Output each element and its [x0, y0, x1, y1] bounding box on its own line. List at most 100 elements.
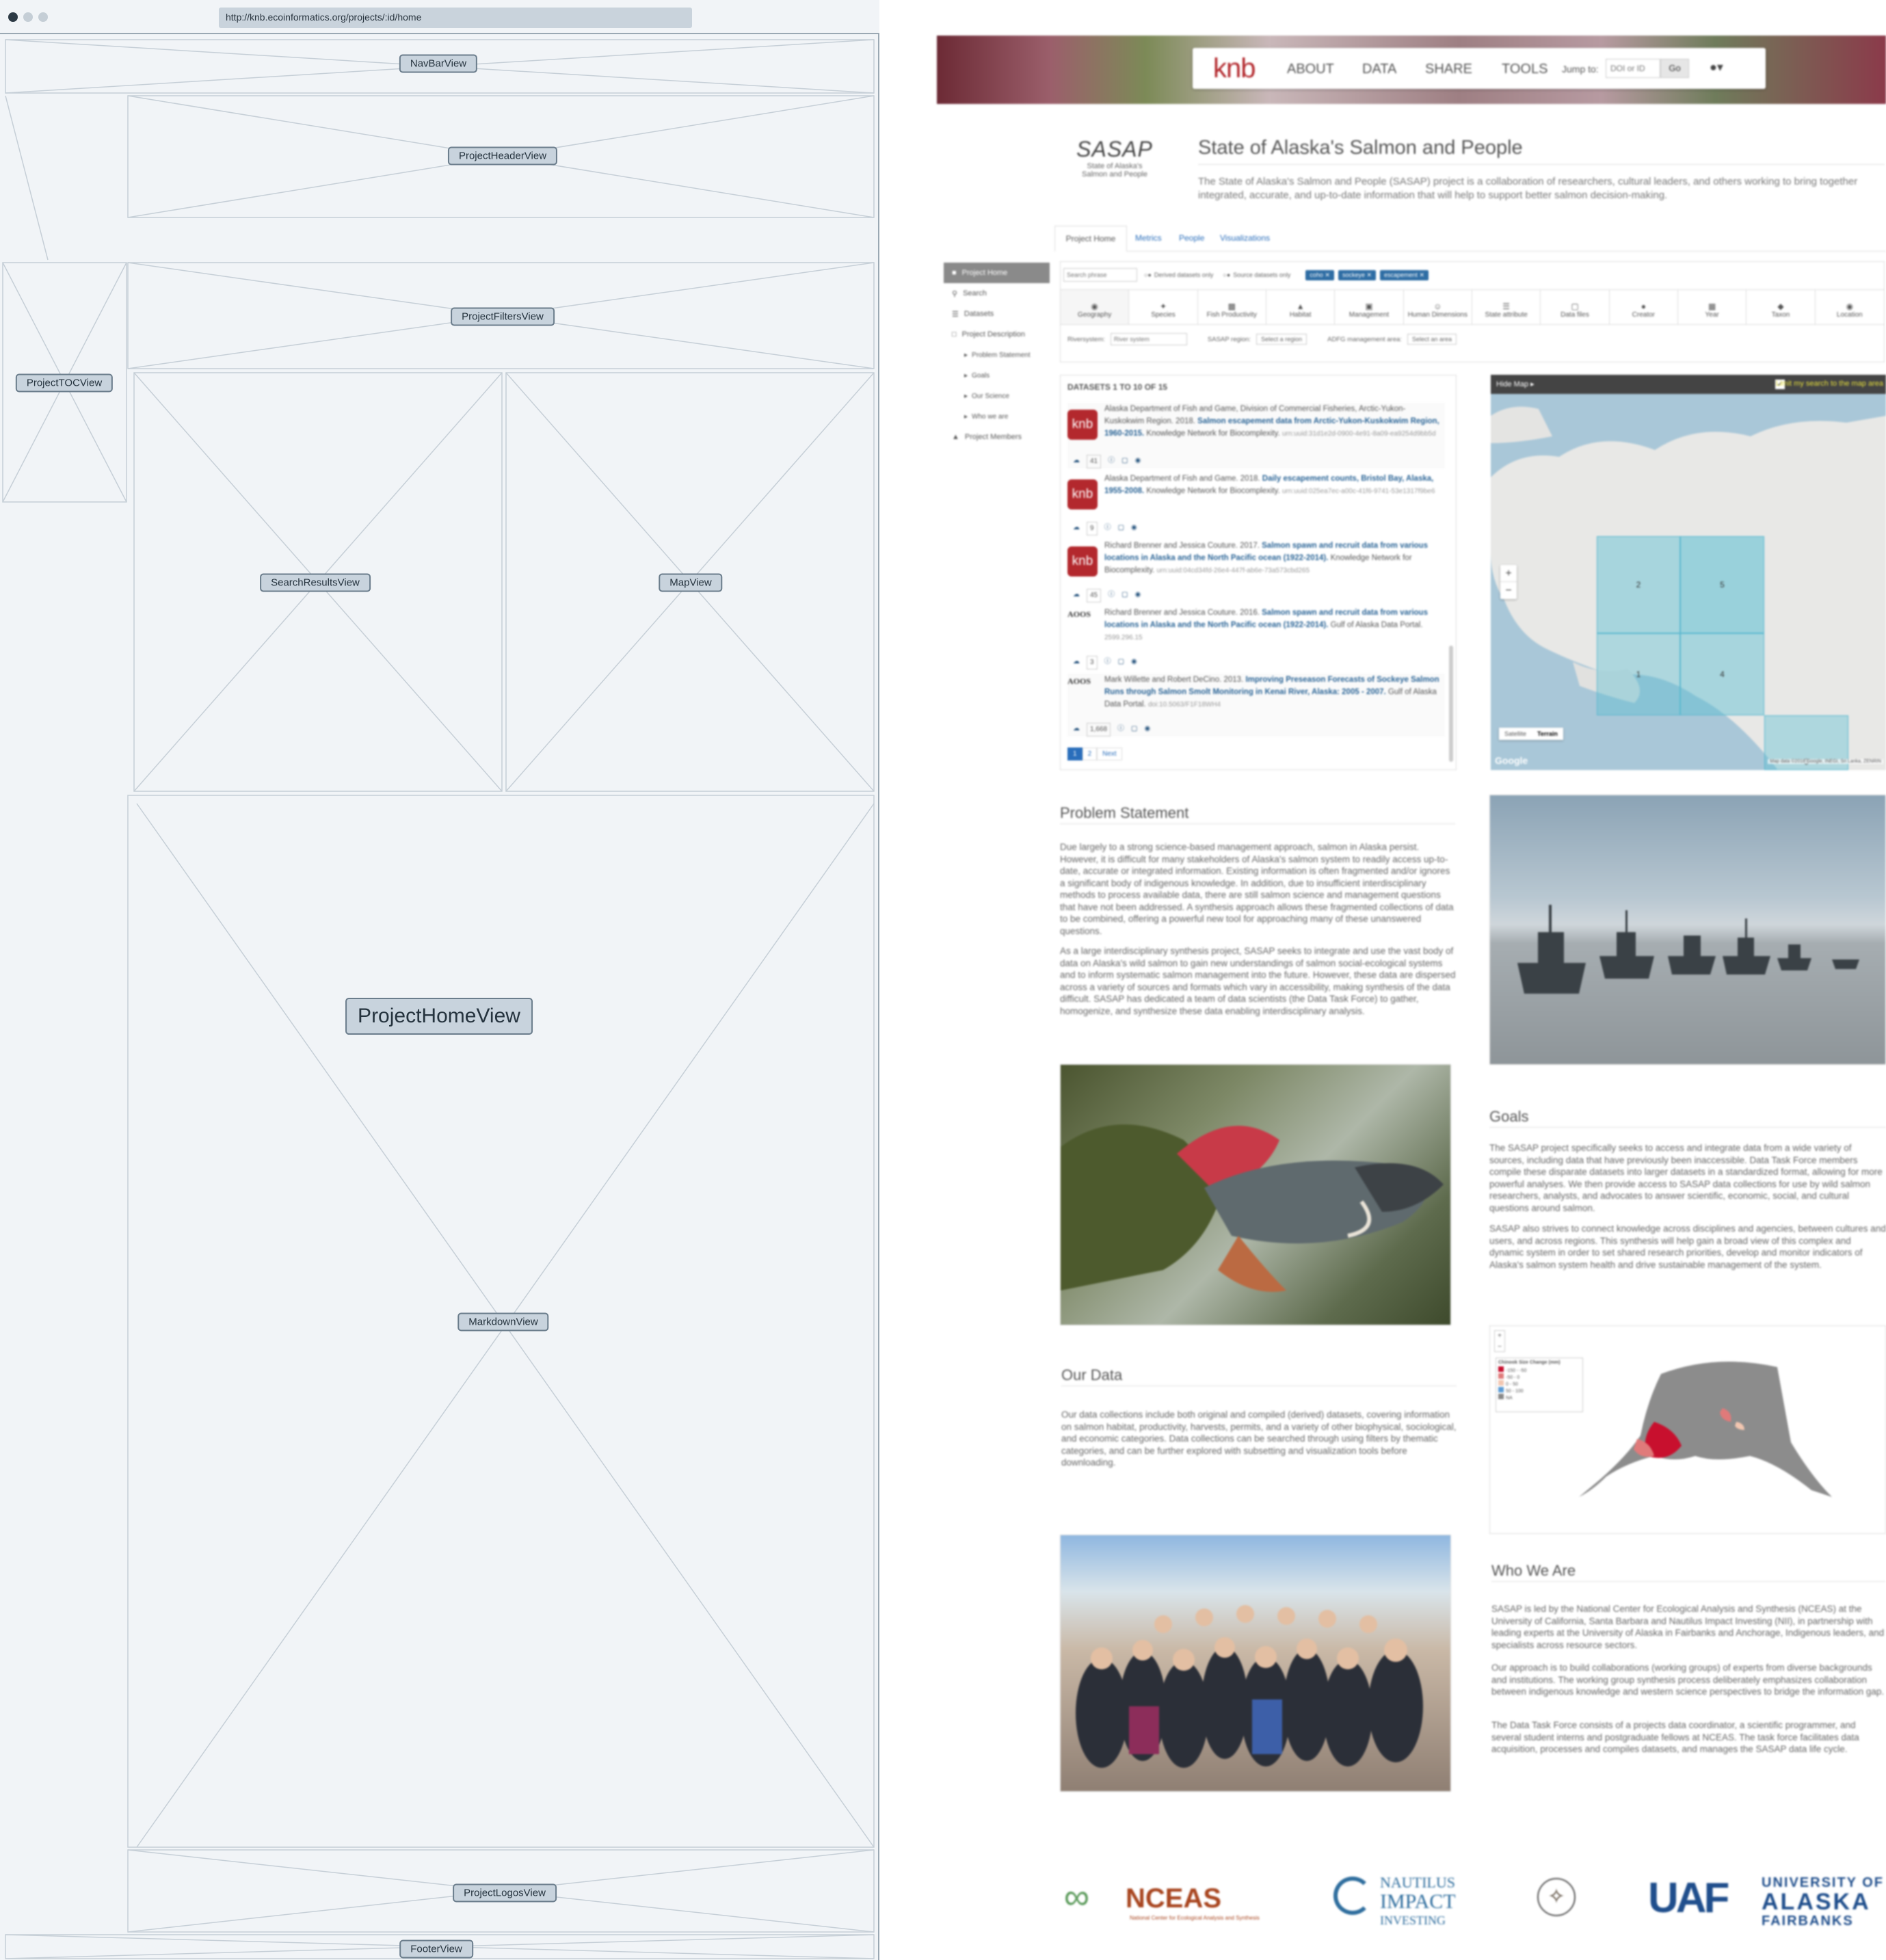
nav-data[interactable]: DATA [1362, 62, 1396, 77]
download-icon[interactable]: ☁ [1073, 522, 1080, 535]
toc-our-science[interactable]: ▸ Our Science [944, 386, 1050, 406]
facet-human-dimensions[interactable]: ☺ Human Dimensions [1404, 290, 1472, 324]
facet-state-attribute[interactable]: ☰ State attribute [1472, 290, 1541, 324]
toc-problem-statement[interactable]: ▸ Problem Statement [944, 345, 1050, 365]
tab-visualizations[interactable]: Visualizations [1220, 226, 1270, 252]
navbar-hero: knb ABOUT DATA SHARE TOOLS Jump to: Go ●… [937, 36, 1886, 104]
terrain-button[interactable]: Terrain [1532, 728, 1563, 740]
toc-project-description[interactable]: □ Project Description [944, 324, 1050, 345]
jump-go-button[interactable]: Go [1660, 59, 1689, 78]
boats-illustration [1517, 905, 1859, 994]
region-select[interactable]: Select a region [1256, 334, 1307, 345]
nautilus-line1: NAUTILUS [1380, 1874, 1455, 1891]
file-icon[interactable]: ▢ [1131, 723, 1137, 737]
nav-about[interactable]: ABOUT [1287, 62, 1334, 77]
nautilus-logo[interactable]: NAUTILUS IMPACT INVESTING [1333, 1871, 1470, 1933]
zoom-out-button[interactable]: − [1500, 582, 1517, 599]
download-icon[interactable]: ☁ [1073, 656, 1080, 670]
problem-statement-p1: Due largely to a strong science-based ma… [1060, 842, 1454, 936]
download-icon[interactable]: ☁ [1073, 589, 1080, 602]
toc-search[interactable]: ⚲ Search [944, 283, 1050, 304]
facet-taxon[interactable]: ◆ Taxon [1746, 290, 1816, 324]
search-phrase-input[interactable] [1063, 268, 1137, 282]
filter-tag-escapement[interactable]: escapement ✕ [1380, 269, 1429, 280]
filter-top-row: ○● Derived datasets only ○● Source datas… [1063, 267, 1433, 282]
map-pin-icon[interactable]: ◉ [1131, 656, 1137, 670]
facet-habitat[interactable]: ▲ Habitat [1266, 290, 1336, 324]
nav-tools[interactable]: TOOLS [1502, 62, 1548, 77]
salmon-illustration [1061, 1124, 1444, 1292]
tribal-seal-logo[interactable]: ✧ [1525, 1874, 1586, 1929]
facet-data-files[interactable]: ▢ Data files [1541, 290, 1610, 324]
derived-toggle[interactable]: ○● [1144, 272, 1152, 278]
file-icon[interactable]: ▢ [1118, 522, 1124, 535]
map-pin-icon[interactable]: ◉ [1144, 723, 1150, 737]
result-item-1[interactable]: knb Alaska Department of Fish and Game, … [1067, 403, 1445, 468]
location-icon: ◉ [1846, 302, 1854, 311]
satellite-button[interactable]: Satellite [1499, 728, 1532, 740]
knb-logo[interactable]: knb [1213, 53, 1256, 84]
riversystem-input[interactable] [1110, 333, 1187, 345]
tab-project-home[interactable]: Project Home [1054, 226, 1127, 252]
result-item-2[interactable]: knb Alaska Department of Fish and Game. … [1067, 473, 1445, 535]
filter-bottom-row: Riversystem: SASAP region: Select a regi… [1067, 333, 1457, 345]
user-menu-icon[interactable]: ●▾ [1710, 60, 1723, 75]
toc-project-members[interactable]: ▲ Project Members [944, 427, 1050, 447]
download-icon[interactable]: ☁ [1073, 455, 1080, 468]
result-item-4[interactable]: AOOS Richard Brenner and Jessica Couture… [1067, 607, 1445, 670]
tab-metrics[interactable]: Metrics [1135, 226, 1162, 252]
map-pin-icon[interactable]: ◉ [1135, 589, 1141, 602]
nav-share[interactable]: SHARE [1425, 62, 1472, 77]
nautilus-line3: INVESTING [1380, 1913, 1446, 1927]
facet-label: Year [1705, 311, 1719, 319]
map-pin-icon[interactable]: ◉ [1131, 522, 1137, 535]
page-1[interactable]: 1 [1067, 747, 1083, 760]
facet-species[interactable]: ✦ Species [1129, 290, 1198, 324]
results-scrollbar[interactable] [1449, 646, 1453, 762]
geohash-cell[interactable]: 5 [1680, 536, 1764, 633]
toc-goals[interactable]: ▸ Goals [944, 365, 1050, 386]
map-pin-icon[interactable]: ◉ [1135, 455, 1141, 468]
project-logo: SASAP State of Alaska's Salmon and Peopl… [1074, 137, 1156, 198]
source-toggle[interactable]: ○● [1223, 272, 1230, 278]
info-icon[interactable]: ⓘ [1104, 656, 1111, 670]
geohash-cell[interactable]: 4 [1680, 633, 1764, 715]
result-item-3[interactable]: knb Richard Brenner and Jessica Couture.… [1067, 540, 1445, 602]
file-icon[interactable]: ▢ [1118, 656, 1124, 670]
info-icon[interactable]: ⓘ [1108, 589, 1115, 602]
download-icon[interactable]: ☁ [1073, 723, 1080, 737]
filter-tag-coho[interactable]: coho ✕ [1305, 269, 1334, 280]
file-icon[interactable]: ▢ [1121, 589, 1128, 602]
map-view[interactable]: Hide Map ▸ ✓ Limit my search to the map … [1491, 375, 1886, 770]
facet-management[interactable]: ▣ Management [1335, 290, 1404, 324]
facet-creator[interactable]: ● Creator [1610, 290, 1678, 324]
facet-fish-productivity[interactable]: ▩ Fish Productivity [1198, 290, 1266, 324]
uaf-logo[interactable]: UAF UNIVERSITY OF ALASKA FAIRBANKS [1648, 1874, 1886, 1929]
file-icon[interactable]: ▢ [1121, 455, 1128, 468]
facet-location[interactable]: ◉ Location [1816, 290, 1884, 324]
tab-people[interactable]: People [1179, 226, 1204, 252]
info-icon[interactable]: ⓘ [1117, 723, 1124, 737]
info-icon[interactable]: ⓘ [1104, 522, 1111, 535]
seal-icon: ✧ [1537, 1878, 1576, 1916]
page-next[interactable]: Next [1097, 747, 1122, 760]
nceas-logo[interactable]: ∞ NCEAS National Center for Ecological A… [1064, 1874, 1290, 1929]
toc-who-we-are[interactable]: ▸ Who we are [944, 406, 1050, 427]
aoos-badge: AOOS [1067, 676, 1091, 686]
jump-input[interactable] [1606, 59, 1660, 78]
facet-label: Geography [1077, 311, 1112, 319]
hide-map-button[interactable]: Hide Map ▸ [1496, 380, 1535, 388]
geohash-cell[interactable]: 1 [1597, 633, 1680, 715]
filter-tag-sockeye[interactable]: sockeye ✕ [1338, 269, 1377, 280]
page-2[interactable]: 2 [1082, 747, 1098, 760]
result-item-5[interactable]: AOOS Mark Willette and Robert DeCino. 20… [1067, 674, 1445, 737]
toc-project-home[interactable]: ■ Project Home [944, 263, 1050, 283]
toc-datasets[interactable]: ☰ Datasets [944, 304, 1050, 324]
facet-year[interactable]: ▦ Year [1678, 290, 1747, 324]
zoom-in-button[interactable]: + [1500, 565, 1517, 582]
geohash-cell[interactable]: 2 [1597, 536, 1680, 633]
facet-geography[interactable]: ◉ Geography [1061, 290, 1130, 324]
adfg-select[interactable]: Select an area [1407, 334, 1457, 345]
file-icon: ▢ [1571, 302, 1579, 311]
info-icon[interactable]: ⓘ [1108, 455, 1115, 468]
